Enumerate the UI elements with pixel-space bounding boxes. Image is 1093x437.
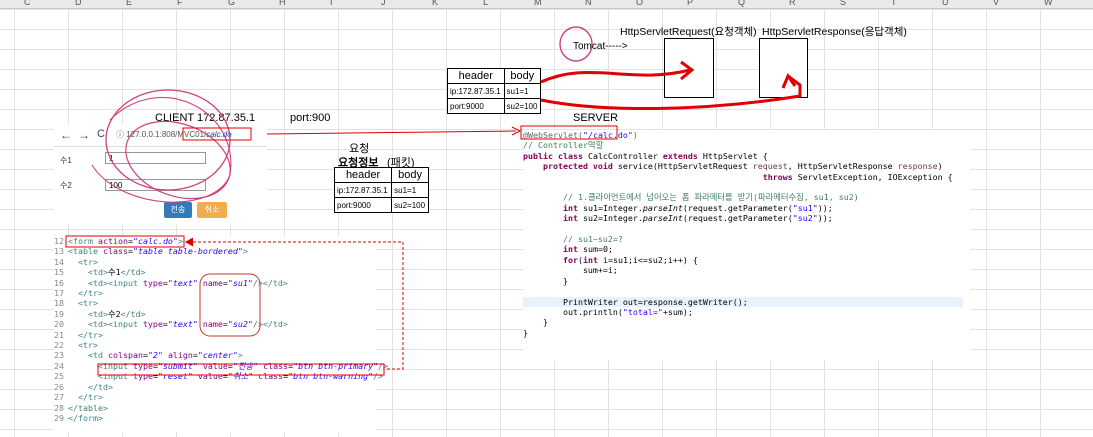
name-attr-circle — [199, 273, 261, 337]
arrow-to-request — [540, 68, 691, 84]
tomcat-circle — [559, 26, 593, 62]
submit-line-box — [97, 363, 385, 376]
annotation-overlay — [65, 26, 802, 376]
arrow-to-response — [540, 74, 802, 111]
servlet-annotation-box — [520, 125, 618, 140]
form-action-box — [65, 235, 185, 248]
url-link-line — [266, 130, 517, 135]
form-link-arrowhead — [184, 237, 194, 247]
url-highlight-box — [182, 127, 252, 141]
client-scribble — [91, 96, 232, 203]
client-circle-inner — [125, 120, 231, 200]
arrow-head-response — [781, 72, 797, 89]
form-submit-dashed-link — [193, 241, 404, 370]
